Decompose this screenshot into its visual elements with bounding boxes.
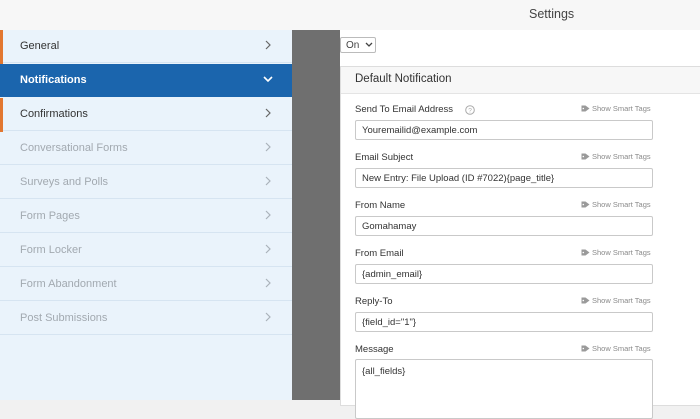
- from-name-label: From Name: [355, 200, 406, 211]
- help-icon[interactable]: ?: [465, 105, 475, 115]
- smart-tags-label: Show Smart Tags: [592, 248, 651, 257]
- notifications-toggle-select[interactable]: On: [340, 37, 376, 53]
- sidebar-item-label: Post Submissions: [20, 312, 108, 324]
- top-bar: Settings: [0, 0, 700, 31]
- sidebar-accent-bar: [0, 98, 3, 132]
- show-smart-tags-link[interactable]: Show Smart Tags: [581, 344, 651, 353]
- show-smart-tags-link[interactable]: Show Smart Tags: [581, 152, 651, 161]
- smart-tags-label: Show Smart Tags: [592, 104, 651, 113]
- svg-text:?: ?: [468, 108, 472, 115]
- show-smart-tags-link[interactable]: Show Smart Tags: [581, 104, 651, 113]
- show-smart-tags-link[interactable]: Show Smart Tags: [581, 296, 651, 305]
- chevron-right-icon: [265, 244, 271, 254]
- sidebar-item-label: Surveys and Polls: [20, 176, 109, 188]
- panel-header[interactable]: Default Notification: [341, 67, 700, 94]
- input-value: Youremailid@example.com: [362, 125, 478, 136]
- email-subject-input[interactable]: New Entry: File Upload (ID #7022){page_t…: [355, 168, 653, 188]
- sidebar-item-post-submissions[interactable]: Post Submissions: [0, 302, 292, 335]
- tag-icon: [581, 297, 590, 304]
- sidebar-item-form-abandonment[interactable]: Form Abandonment: [0, 268, 292, 301]
- chevron-right-icon: [265, 312, 271, 322]
- send-to-email-label: Send To Email Address: [355, 104, 454, 115]
- panel-title: Default Notification: [355, 73, 452, 85]
- sidebar-item-general[interactable]: General: [0, 30, 292, 63]
- tag-icon: [581, 105, 590, 112]
- chevron-right-icon: [265, 40, 271, 50]
- message-label: Message: [355, 344, 394, 355]
- textarea-value: {all_fields}: [362, 366, 406, 377]
- sidebar-item-label: Confirmations: [20, 108, 88, 120]
- reply-to-input[interactable]: {field_id="1"}: [355, 312, 653, 332]
- show-smart-tags-link[interactable]: Show Smart Tags: [581, 200, 651, 209]
- sidebar-item-label: Form Locker: [20, 244, 82, 256]
- sidebar-item-form-locker[interactable]: Form Locker: [0, 234, 292, 267]
- sidebar-item-label: General: [20, 40, 60, 52]
- default-notification-panel: Default Notification Send To Email Addre…: [340, 66, 700, 419]
- settings-sidebar: General Notifications Confirmations Conv…: [0, 30, 293, 400]
- chevron-right-icon: [265, 278, 271, 288]
- chevron-right-icon: [265, 108, 271, 118]
- sidebar-item-label: Form Pages: [20, 210, 80, 222]
- sidebar-accent-bar: [0, 30, 3, 64]
- smart-tags-label: Show Smart Tags: [592, 200, 651, 209]
- sidebar-item-surveys-and-polls[interactable]: Surveys and Polls: [0, 166, 292, 199]
- chevron-down-icon: [365, 42, 373, 47]
- smart-tags-label: Show Smart Tags: [592, 152, 651, 161]
- content-gutter: [292, 30, 340, 400]
- tag-icon: [581, 201, 590, 208]
- chevron-right-icon: [265, 176, 271, 186]
- toggle-value: On: [346, 40, 360, 51]
- tag-icon: [581, 249, 590, 256]
- show-smart-tags-link[interactable]: Show Smart Tags: [581, 248, 651, 257]
- page-title: Settings: [529, 7, 575, 21]
- from-name-input[interactable]: Gomahamay: [355, 216, 653, 236]
- smart-tags-label: Show Smart Tags: [592, 296, 651, 305]
- input-value: Gomahamay: [362, 221, 417, 232]
- chevron-down-icon: [263, 76, 273, 83]
- notification-settings-main: On Default Notification Send To Email Ad…: [340, 30, 700, 419]
- message-textarea[interactable]: {all_fields}: [355, 359, 653, 419]
- chevron-right-icon: [265, 142, 271, 152]
- input-value: {field_id="1"}: [362, 317, 417, 328]
- tag-icon: [581, 153, 590, 160]
- chevron-right-icon: [265, 210, 271, 220]
- sidebar-item-form-pages[interactable]: Form Pages: [0, 200, 292, 233]
- from-email-input[interactable]: {admin_email}: [355, 264, 653, 284]
- input-value: {admin_email}: [362, 269, 423, 280]
- sidebar-item-conversational-forms[interactable]: Conversational Forms: [0, 132, 292, 165]
- tag-icon: [581, 345, 590, 352]
- from-email-label: From Email: [355, 248, 404, 259]
- reply-to-label: Reply-To: [355, 296, 393, 307]
- send-to-email-input[interactable]: Youremailid@example.com: [355, 120, 653, 140]
- sidebar-item-label: Conversational Forms: [20, 142, 128, 154]
- sidebar-item-notifications[interactable]: Notifications: [0, 64, 292, 97]
- sidebar-item-label: Form Abandonment: [20, 278, 117, 290]
- smart-tags-label: Show Smart Tags: [592, 344, 651, 353]
- email-subject-label: Email Subject: [355, 152, 414, 163]
- input-value: New Entry: File Upload (ID #7022){page_t…: [362, 173, 555, 184]
- sidebar-item-confirmations[interactable]: Confirmations: [0, 98, 292, 131]
- sidebar-item-label: Notifications: [20, 74, 87, 86]
